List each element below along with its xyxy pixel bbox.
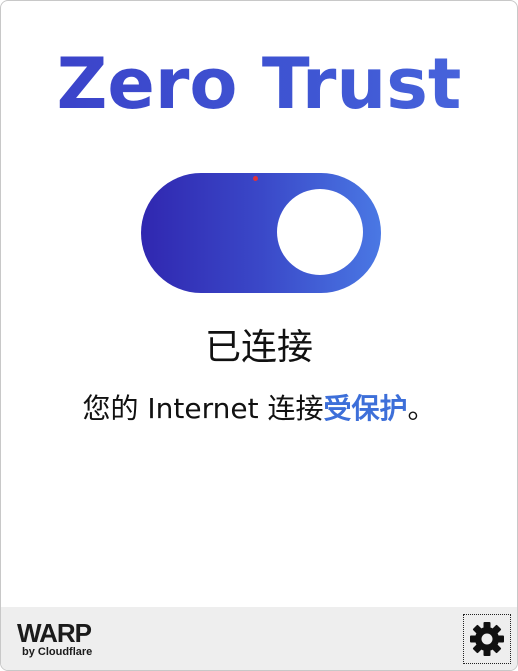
app-title: Zero Trust xyxy=(1,39,517,129)
message-suffix: 。 xyxy=(407,392,436,425)
gear-icon xyxy=(470,622,504,656)
connection-status: 已连接 xyxy=(204,327,313,368)
warp-client-window: Zero Trust 已连接 您的 Internet 连接受保护。 WARP b… xyxy=(0,0,518,671)
message-highlight: 受保护 xyxy=(323,392,408,425)
message-prefix: 您的 Internet 连接 xyxy=(82,392,324,425)
brand-subtitle: by Cloudflare xyxy=(22,646,93,658)
connection-toggle[interactable] xyxy=(141,173,381,293)
toggle-indicator-dot xyxy=(253,176,258,181)
connection-message: 您的 Internet 连接受保护。 xyxy=(1,387,517,431)
settings-button[interactable] xyxy=(463,614,511,664)
toggle-knob xyxy=(277,189,363,275)
brand-name: WARP xyxy=(17,618,92,648)
warp-logo: WARP by Cloudflare xyxy=(17,618,93,659)
footer-bar: WARP by Cloudflare xyxy=(1,607,517,670)
